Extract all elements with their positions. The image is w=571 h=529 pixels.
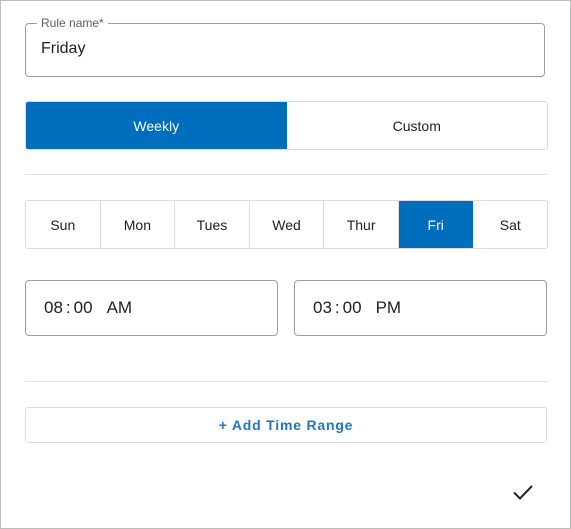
- divider: [25, 174, 547, 175]
- end-hour[interactable]: 03: [313, 298, 332, 318]
- start-time-field[interactable]: 08 : 00 AM: [25, 280, 278, 336]
- start-period[interactable]: AM: [107, 298, 133, 318]
- day-tues[interactable]: Tues: [175, 201, 250, 248]
- day-sun[interactable]: Sun: [26, 201, 101, 248]
- rule-name-field[interactable]: Rule name*: [25, 16, 545, 77]
- day-fri[interactable]: Fri: [398, 201, 474, 248]
- start-hour[interactable]: 08: [44, 298, 63, 318]
- add-time-range-button[interactable]: + Add Time Range: [25, 407, 547, 443]
- end-period[interactable]: PM: [376, 298, 402, 318]
- start-time-separator: :: [65, 298, 71, 317]
- day-mon[interactable]: Mon: [101, 201, 176, 248]
- end-minute[interactable]: 00: [343, 298, 362, 318]
- custom-toggle-button[interactable]: Custom: [286, 102, 547, 149]
- rule-editor-panel: Rule name* Weekly Custom Sun Mon Tues We…: [0, 0, 571, 529]
- weekly-toggle-button[interactable]: Weekly: [26, 102, 287, 149]
- day-thur[interactable]: Thur: [324, 201, 399, 248]
- rule-name-label: Rule name*: [37, 16, 108, 30]
- day-selector: Sun Mon Tues Wed Thur Fri Sat: [25, 200, 548, 249]
- start-minute[interactable]: 00: [74, 298, 93, 318]
- day-wed[interactable]: Wed: [250, 201, 325, 248]
- end-time-field[interactable]: 03 : 00 PM: [294, 280, 547, 336]
- end-time-separator: :: [334, 298, 340, 317]
- schedule-type-toggle: Weekly Custom: [25, 101, 548, 150]
- day-sat[interactable]: Sat: [473, 201, 547, 248]
- checkmark-icon[interactable]: [511, 480, 535, 504]
- divider: [25, 381, 547, 382]
- rule-name-input[interactable]: [41, 40, 521, 58]
